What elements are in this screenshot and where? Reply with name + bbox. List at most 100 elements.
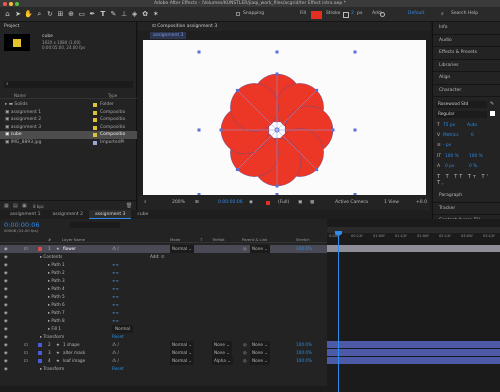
label-color-swatch[interactable] (93, 125, 97, 130)
project-tab[interactable]: Project (0, 22, 136, 31)
work-area-bar[interactable] (327, 227, 500, 233)
vertex-handle[interactable] (275, 72, 279, 76)
blend-mode-select[interactable]: Normal ⌄ (170, 341, 194, 349)
label-color-swatch[interactable] (93, 103, 97, 107)
layer-name[interactable]: 1 shape (63, 341, 80, 349)
layer-label-color[interactable] (38, 359, 42, 363)
timeline-column-header[interactable]: TrkMat (212, 237, 225, 242)
layer-name[interactable]: ▸ Path 3 (48, 277, 65, 285)
property-row[interactable]: ◉ ▸ Path 1 ≈≈ (0, 261, 327, 269)
hand-tool-icon[interactable]: ✋ (24, 7, 33, 22)
brush-tool-icon[interactable]: ✎ (109, 7, 118, 22)
col-name[interactable]: Name (14, 93, 26, 99)
layer-name[interactable]: ▸ Transform (40, 333, 64, 341)
timeline-column-header[interactable]: Layer Name (62, 237, 85, 242)
pick-whip-icon[interactable]: ◎ (243, 357, 247, 365)
time-graph[interactable]: 0:00f 00:12f 01:00f 01:12f 02:00f 02:12f 03:00… (327, 219, 500, 392)
layer-label-color[interactable] (38, 351, 42, 355)
timeline-tab[interactable]: cube (131, 210, 154, 219)
layer-duration-bar[interactable] (327, 341, 500, 348)
bpc-label[interactable]: 8 bpc (33, 204, 44, 209)
grid-icon[interactable]: ⊞ (195, 196, 199, 210)
visibility-eye-icon[interactable]: ◉ (4, 365, 8, 373)
add-button[interactable]: Add: ⊙ (150, 253, 164, 261)
quality-select[interactable]: (Full) (278, 196, 289, 210)
visibility-eye-icon[interactable]: ◉ (4, 285, 8, 293)
layer-name[interactable]: ▸ Transform (40, 365, 64, 373)
visibility-eye-icon[interactable]: ◉ (4, 301, 8, 309)
timeline-column-header[interactable]: Mode (170, 237, 180, 242)
vertex-handle[interactable] (275, 184, 279, 188)
close-window-icon[interactable] (3, 1, 7, 6)
faux-style-buttons[interactable]: T T TT Tт T' T, (437, 174, 500, 186)
layer-label-color[interactable] (38, 247, 42, 251)
blend-mode-select[interactable]: Normal ⌄ (170, 357, 194, 365)
leading-value[interactable]: Auto (467, 123, 477, 128)
interpret-footage-icon[interactable]: ▦ (4, 203, 9, 209)
timeline-tab[interactable]: assignment 2 (46, 210, 88, 219)
search-icon[interactable]: ⌕ (441, 11, 444, 17)
vertex-handle[interactable] (235, 88, 239, 92)
puppet-tool-icon[interactable]: ✶ (151, 7, 160, 22)
font-size-value[interactable]: 75 px (443, 123, 455, 128)
transparency-grid-icon[interactable]: ▩ (310, 196, 314, 210)
visibility-eye-icon[interactable]: ◉ (4, 261, 8, 269)
track-matte-select[interactable]: None ⌄ (212, 341, 232, 349)
lock-icon[interactable]: ⊡ (24, 245, 28, 253)
col-type[interactable]: Type (108, 93, 117, 99)
type-tool-icon[interactable]: T (98, 7, 107, 22)
new-folder-icon[interactable]: ▤ (13, 203, 18, 209)
layer-switches[interactable]: ⁂ / (112, 245, 119, 253)
visibility-eye-icon[interactable]: ◉ (4, 325, 8, 333)
bounding-box-handle[interactable] (353, 128, 357, 132)
label-color-swatch[interactable] (93, 118, 97, 122)
baseline-value[interactable]: 0 px (445, 164, 454, 169)
pick-whip-icon[interactable]: ◎ (243, 245, 247, 253)
exposure-value[interactable]: +0.0 (416, 196, 427, 210)
visibility-eye-icon[interactable]: ◉ (4, 253, 8, 261)
rotate-tool-icon[interactable]: ↻ (45, 7, 54, 22)
tsume-value[interactable]: 0 % (469, 164, 477, 169)
layer-row[interactable]: ◉ ⊡ 3 ★ alter mask ⁂ / Normal ⌄ None ⌄ None ⌄ ◎ 1… (0, 349, 327, 357)
zoom-window-icon[interactable] (15, 1, 19, 6)
rectangle-tool-icon[interactable]: ▭ (77, 7, 86, 22)
layer-name[interactable]: ▸ Path 5 (48, 293, 65, 301)
eyedropper-icon[interactable]: ✎ (490, 101, 494, 107)
eraser-tool-icon[interactable]: ◈ (130, 7, 139, 22)
visibility-eye-icon[interactable]: ◉ (4, 277, 8, 285)
bounding-box-handle[interactable] (197, 193, 201, 195)
search-help-label[interactable]: Search Help (451, 11, 478, 16)
blend-mode-select[interactable]: Normal ⌄ (170, 349, 194, 357)
property-row[interactable]: ◉ ▸ Fill 1 Normal (0, 325, 327, 333)
font-family-select[interactable]: Rosewood Std (436, 101, 487, 108)
new-comp-icon[interactable]: ▣ (22, 203, 27, 209)
layer-name[interactable]: ▸ Path 8 (48, 317, 65, 325)
snapshot-icon[interactable]: ◉ (249, 196, 253, 210)
timeline-tab[interactable]: assignment 3 (88, 210, 132, 219)
bounding-box-handle[interactable] (197, 50, 201, 54)
property-row[interactable]: ◉ ▸ Path 5 ≈≈ (0, 293, 327, 301)
layer-switches[interactable]: ⁂ / (112, 357, 119, 365)
panel-info[interactable]: Info (433, 22, 500, 35)
bounding-box-handle[interactable] (275, 50, 279, 54)
hscale-value[interactable]: 100 % (469, 154, 483, 159)
reset-link[interactable]: Reset (112, 333, 124, 341)
snapping-checkbox[interactable] (236, 12, 240, 16)
layer-switches[interactable]: ⁂ / (112, 349, 119, 357)
lock-icon[interactable]: ⊡ (24, 341, 28, 349)
visibility-eye-icon[interactable]: ◉ (4, 349, 8, 357)
label-color-swatch[interactable] (93, 133, 97, 137)
timeline-search-input[interactable] (70, 222, 120, 228)
viewer-time[interactable]: 0:00:00:06 (218, 196, 243, 210)
visibility-eye-icon[interactable]: ◉ (4, 357, 8, 365)
property-row[interactable]: ◉ ▸ Path 8 ≈≈ (0, 317, 327, 325)
layer-name[interactable]: ▸ Path 7 (48, 309, 65, 317)
zoom-level[interactable]: 200% (172, 196, 185, 210)
composition-tab[interactable]: ⊡ Composition assignment 3 (138, 22, 430, 31)
layer-row[interactable]: ◉ ⊡ 2 ★ 1 shape ⁂ / Normal ⌄ None ⌄ None ⌄ ◎ 100.… (0, 341, 327, 349)
project-item[interactable]: ▸ ▬ Solids Folder (0, 101, 137, 109)
camera-tool-icon[interactable]: ⊞ (56, 7, 65, 22)
bounding-box-handle[interactable] (353, 193, 357, 195)
reset-link[interactable]: Reset (112, 365, 124, 373)
panel-paragraph[interactable]: Paragraph (433, 190, 500, 203)
